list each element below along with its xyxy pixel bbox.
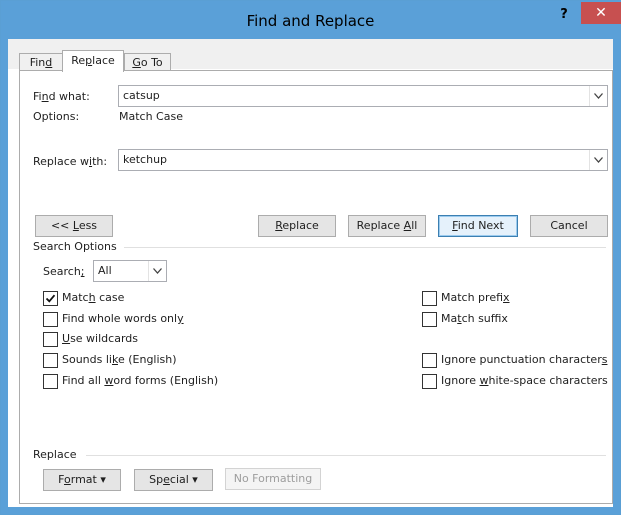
dialog-title: Find and Replace bbox=[246, 12, 375, 30]
find-all-word-forms-checkbox[interactable] bbox=[43, 374, 58, 389]
search-direction-select[interactable]: All bbox=[93, 260, 167, 282]
replace-all-button[interactable]: Replace All bbox=[348, 215, 426, 237]
find-whole-words-label[interactable]: Find whole words only bbox=[62, 312, 184, 325]
match-case-label[interactable]: Match case bbox=[62, 291, 124, 304]
replace-section-heading: Replace bbox=[33, 448, 77, 461]
replace-with-input[interactable]: ketchup bbox=[123, 150, 167, 170]
sounds-like-checkbox[interactable] bbox=[43, 353, 58, 368]
find-what-input[interactable]: catsup bbox=[123, 86, 160, 106]
chevron-down-icon[interactable] bbox=[589, 150, 607, 170]
ignore-punctuation-checkbox[interactable] bbox=[422, 353, 437, 368]
match-case-checkbox[interactable] bbox=[43, 291, 58, 306]
replace-with-combo[interactable]: ketchup bbox=[118, 149, 608, 171]
chevron-down-icon[interactable] bbox=[148, 261, 166, 281]
find-next-button[interactable]: Find Next bbox=[438, 215, 518, 237]
replace-with-label: Replace with: bbox=[33, 155, 108, 168]
tab-find-label: Fin bbox=[29, 56, 46, 69]
help-button[interactable]: ? bbox=[553, 5, 575, 25]
use-wildcards-checkbox[interactable] bbox=[43, 332, 58, 347]
options-label: Options: bbox=[33, 110, 80, 123]
find-whole-words-checkbox[interactable] bbox=[43, 312, 58, 327]
sounds-like-label[interactable]: Sounds like (English) bbox=[62, 353, 177, 366]
format-button[interactable]: Format ▾ bbox=[43, 469, 121, 491]
find-what-label: Find what: bbox=[33, 90, 90, 103]
find-all-word-forms-label[interactable]: Find all word forms (English) bbox=[62, 374, 218, 387]
tab-goto-accesskey: G bbox=[132, 56, 141, 69]
chevron-down-icon[interactable] bbox=[589, 86, 607, 106]
tab-find[interactable]: Find bbox=[19, 53, 63, 71]
replace-section-divider bbox=[86, 455, 606, 456]
tab-replace-label: Re bbox=[71, 54, 86, 67]
tab-goto-label-rest: o To bbox=[140, 56, 163, 69]
match-prefix-checkbox[interactable] bbox=[422, 291, 437, 306]
search-direction-value: All bbox=[98, 264, 112, 277]
tab-goto[interactable]: Go To bbox=[124, 53, 171, 71]
replace-button[interactable]: Replace bbox=[258, 215, 336, 237]
use-wildcards-label[interactable]: Use wildcards bbox=[62, 332, 138, 345]
dialog-window: Find and Replace ? ✕ Find Replace Go To … bbox=[0, 0, 621, 515]
search-direction-label: Search; bbox=[43, 265, 85, 278]
replace-panel: Find what: catsup Options: Match Case Re… bbox=[19, 70, 613, 504]
no-formatting-button[interactable]: No Formatting bbox=[225, 468, 321, 490]
checkmark-icon bbox=[45, 294, 56, 303]
tab-find-accesskey: d bbox=[45, 56, 53, 69]
ignore-whitespace-label[interactable]: Ignore white-space characters bbox=[441, 374, 608, 387]
match-suffix-label[interactable]: Match suffix bbox=[441, 312, 508, 325]
match-suffix-checkbox[interactable] bbox=[422, 312, 437, 327]
match-prefix-label[interactable]: Match prefix bbox=[441, 291, 510, 304]
ignore-punctuation-label[interactable]: Ignore punctuation characters bbox=[441, 353, 607, 366]
title-bar[interactable]: Find and Replace ? ✕ bbox=[1, 1, 621, 39]
less-button[interactable]: << Less bbox=[35, 215, 113, 237]
ignore-whitespace-checkbox[interactable] bbox=[422, 374, 437, 389]
cancel-button[interactable]: Cancel bbox=[530, 215, 608, 237]
search-options-heading: Search Options bbox=[33, 240, 117, 253]
options-value: Match Case bbox=[119, 110, 183, 123]
search-options-divider bbox=[124, 247, 606, 248]
tab-replace-label-rest: lace bbox=[92, 54, 115, 67]
tab-replace[interactable]: Replace bbox=[62, 50, 124, 72]
special-button[interactable]: Special ▾ bbox=[134, 469, 213, 491]
close-button[interactable]: ✕ bbox=[581, 2, 621, 24]
find-what-combo[interactable]: catsup bbox=[118, 85, 608, 107]
dialog-client: Find Replace Go To Find what: catsup Opt… bbox=[8, 39, 613, 507]
